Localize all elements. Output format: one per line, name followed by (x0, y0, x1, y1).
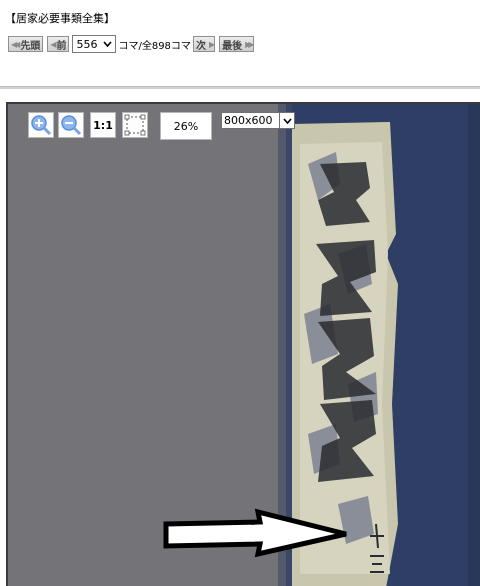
last-page-button[interactable]: 最後 ▶▶ (219, 36, 255, 52)
actual-size-label: 1:1 (93, 118, 113, 132)
arrow-annotation (163, 508, 347, 558)
last-page-label: 最後 (222, 40, 243, 52)
first-page-button[interactable]: ◀◀ 先頭 (8, 36, 44, 52)
divider (0, 86, 480, 89)
zoom-in-icon (31, 115, 52, 136)
zoom-level-display: 26% (160, 112, 212, 140)
first-page-label: 先頭 (20, 40, 41, 52)
zoom-out-button[interactable] (58, 112, 84, 138)
chevron-down-icon (103, 41, 113, 47)
next-page-button[interactable]: 次 ▶ (192, 36, 215, 52)
zoom-in-button[interactable] (28, 112, 54, 138)
prev-page-label: 前 (56, 40, 67, 52)
viewer-canvas[interactable]: 1:1 26% 800x600 (6, 102, 480, 586)
book-title: 【居家必要事類全集】 (5, 12, 115, 25)
actual-size-button[interactable]: 1:1 (90, 112, 116, 138)
frame-number-value: 556 (76, 37, 98, 51)
image-viewer: 1:1 26% 800x600 (0, 102, 480, 586)
fit-page-icon (124, 114, 146, 136)
double-right-triangle-icon: ▶▶ (245, 39, 254, 49)
frame-count-text: コマ/全898コマ (118, 40, 191, 52)
frame-number-select[interactable]: 556 (72, 35, 117, 53)
left-triangle-icon: ◀ (50, 39, 56, 49)
zoom-out-icon (61, 115, 82, 136)
fit-page-button[interactable] (122, 112, 148, 138)
double-left-triangle-icon: ◀◀ (11, 39, 20, 49)
chevron-down-icon (279, 113, 294, 128)
viewer-size-value: 800x600 (224, 114, 273, 127)
next-page-label: 次 (195, 40, 206, 52)
right-triangle-icon: ▶ (208, 39, 215, 49)
prev-page-button[interactable]: ◀ 前 (47, 36, 70, 52)
frame-navigation: ◀◀ 先頭 ◀ 前 556 コマ/全898コマ 次 ▶ 最後 ▶▶ (8, 34, 255, 54)
viewer-size-select[interactable]: 800x600 (221, 112, 295, 129)
